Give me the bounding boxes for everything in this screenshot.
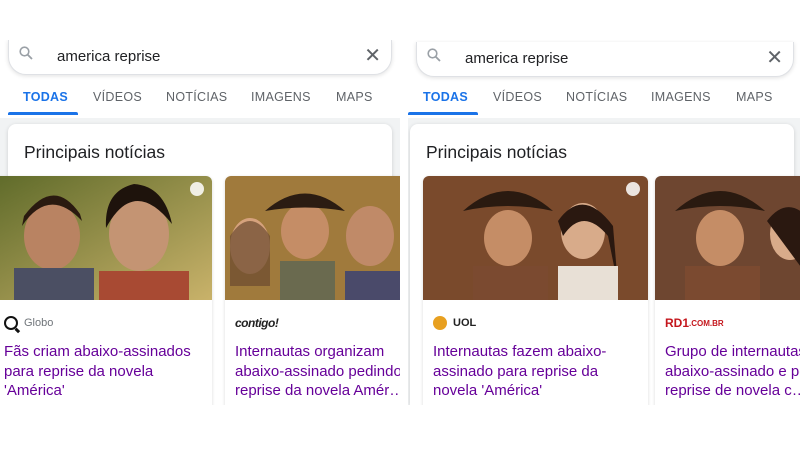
tab-imagens[interactable]: IMAGENS [651, 90, 711, 104]
top-bar: america reprise ✕ TODAS VÍDEOS NOTÍCIAS … [408, 40, 800, 118]
amp-icon [626, 182, 640, 196]
section-title: Principais notícias [426, 142, 568, 162]
news-photo [423, 176, 648, 300]
search-box[interactable]: america reprise ✕ [8, 40, 392, 75]
news-photo [225, 176, 400, 300]
rd1-logo-suffix: .COM.BR [689, 318, 724, 328]
source-name: Globo [24, 317, 54, 329]
news-source: Globo [4, 316, 53, 330]
news-headline[interactable]: Fãs criam abaixo-assinados para reprise … [4, 342, 204, 401]
active-tab-indicator [8, 112, 78, 115]
news-photo [0, 176, 212, 300]
tab-maps[interactable]: MAPS [736, 90, 773, 104]
search-input[interactable]: america reprise [465, 50, 568, 67]
right-screenshot: america reprise ✕ TODAS VÍDEOS NOTÍCIAS … [408, 40, 800, 405]
tab-videos[interactable]: VÍDEOS [93, 90, 142, 104]
search-icon[interactable] [19, 46, 33, 60]
globo-q-logo [4, 316, 18, 330]
uol-logo: UOL [453, 317, 477, 329]
news-source: contigo! [235, 316, 279, 330]
news-headline[interactable]: Grupo de internautas faz abaixo-assinado… [665, 342, 800, 401]
top-stories-card: Principais notícias Globo Fãs criam abai… [0, 124, 400, 405]
tab-todas[interactable]: TODAS [23, 90, 68, 104]
tab-maps[interactable]: MAPS [336, 90, 373, 104]
search-tabs: TODAS VÍDEOS NOTÍCIAS IMAGENS MAPS [408, 86, 800, 116]
tab-videos[interactable]: VÍDEOS [493, 90, 542, 104]
left-screenshot: america reprise ✕ TODAS VÍDEOS NOTÍCIAS … [0, 40, 400, 405]
amp-icon [190, 182, 204, 196]
news-headline[interactable]: Internautas fazem abaixo-assinado para r… [433, 342, 633, 401]
news-source: RD1 .COM.BR [665, 316, 724, 330]
news-photo [655, 176, 800, 300]
tab-imagens[interactable]: IMAGENS [251, 90, 311, 104]
news-card[interactable]: contigo! Internautas organizam abaixo-as… [225, 176, 400, 405]
close-icon[interactable]: ✕ [766, 48, 783, 68]
active-tab-indicator [408, 112, 478, 115]
search-box[interactable]: america reprise ✕ [416, 42, 794, 77]
contigo-logo: contigo! [235, 316, 279, 330]
news-card[interactable]: UOL Internautas fazem abaixo-assinado pa… [423, 176, 648, 405]
news-card[interactable]: Globo Fãs criam abaixo-assinados para re… [0, 176, 212, 405]
tab-noticias[interactable]: NOTÍCIAS [166, 90, 227, 104]
search-tabs: TODAS VÍDEOS NOTÍCIAS IMAGENS MAPS [0, 86, 400, 116]
tab-noticias[interactable]: NOTÍCIAS [566, 90, 627, 104]
top-stories-card: Principais notícias UOL Internautas faze… [410, 124, 800, 405]
news-source: UOL [433, 316, 476, 330]
rd1-logo: RD1 [665, 316, 690, 330]
tab-todas[interactable]: TODAS [423, 90, 468, 104]
uol-logo-mark [433, 316, 447, 330]
news-headline[interactable]: Internautas organizam abaixo-assinado pe… [235, 342, 400, 401]
section-title: Principais notícias [24, 142, 166, 162]
search-input[interactable]: america reprise [57, 48, 160, 65]
search-icon[interactable] [427, 48, 441, 62]
news-card[interactable]: RD1.COM.BR Grupo de internautas faz abai… [655, 176, 800, 405]
top-bar: america reprise ✕ TODAS VÍDEOS NOTÍCIAS … [0, 40, 400, 118]
close-icon[interactable]: ✕ [364, 46, 381, 66]
